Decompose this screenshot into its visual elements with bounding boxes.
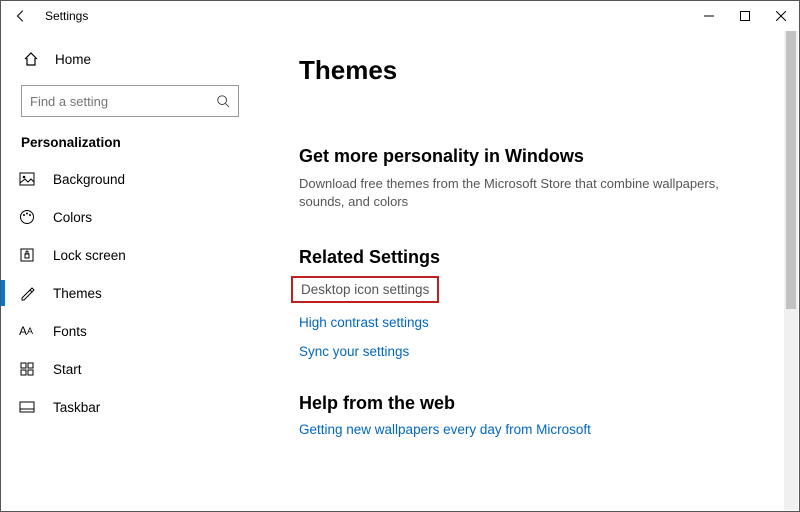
scrollbar-thumb[interactable] bbox=[786, 31, 796, 309]
sidebar-home-label: Home bbox=[47, 52, 91, 67]
page-title: Themes bbox=[299, 55, 771, 86]
help-heading: Help from the web bbox=[299, 393, 771, 414]
palette-icon bbox=[19, 209, 41, 225]
settings-window: Settings Home Personalization bbox=[0, 0, 800, 512]
window-body: Home Personalization Background bbox=[1, 31, 799, 511]
sidebar-item-themes[interactable]: Themes bbox=[1, 274, 253, 312]
search-icon bbox=[216, 94, 230, 108]
home-icon bbox=[23, 51, 47, 67]
close-button[interactable] bbox=[763, 1, 799, 31]
link-desktop-icon-settings[interactable]: Desktop icon settings bbox=[291, 276, 439, 303]
sidebar-item-colors[interactable]: Colors bbox=[1, 198, 253, 236]
more-heading: Get more personality in Windows bbox=[299, 146, 771, 167]
scrollbar[interactable] bbox=[784, 31, 798, 510]
link-getting-wallpapers[interactable]: Getting new wallpapers every day from Mi… bbox=[299, 422, 771, 437]
sidebar-item-start[interactable]: Start bbox=[1, 350, 253, 388]
lockscreen-icon bbox=[19, 247, 41, 263]
sidebar-item-label: Start bbox=[41, 362, 82, 377]
sidebar-item-label: Fonts bbox=[41, 324, 87, 339]
sidebar-item-taskbar[interactable]: Taskbar bbox=[1, 388, 253, 426]
maximize-button[interactable] bbox=[727, 1, 763, 31]
minimize-button[interactable] bbox=[691, 1, 727, 31]
related-heading: Related Settings bbox=[299, 247, 771, 268]
window-title: Settings bbox=[33, 9, 88, 23]
sidebar-item-label: Colors bbox=[41, 210, 92, 225]
picture-icon bbox=[19, 171, 41, 187]
sidebar-item-fonts[interactable]: AA Fonts bbox=[1, 312, 253, 350]
search-input[interactable] bbox=[30, 94, 216, 109]
titlebar: Settings bbox=[1, 1, 799, 31]
sidebar-item-label: Lock screen bbox=[41, 248, 126, 263]
more-desc: Download free themes from the Microsoft … bbox=[299, 175, 729, 211]
link-high-contrast-settings[interactable]: High contrast settings bbox=[299, 315, 771, 330]
sidebar-home[interactable]: Home bbox=[1, 41, 253, 77]
content-area: Themes Get more personality in Windows D… bbox=[253, 31, 799, 511]
sidebar-section-title: Personalization bbox=[21, 135, 253, 150]
sidebar-item-label: Background bbox=[41, 172, 125, 187]
start-icon bbox=[19, 361, 41, 377]
sidebar-item-lockscreen[interactable]: Lock screen bbox=[1, 236, 253, 274]
sidebar-item-label: Taskbar bbox=[41, 400, 100, 415]
sidebar-item-background[interactable]: Background bbox=[1, 160, 253, 198]
sidebar-nav: Background Colors Lock screen bbox=[1, 160, 253, 426]
window-controls bbox=[691, 1, 799, 31]
themes-icon bbox=[19, 285, 41, 301]
back-button[interactable] bbox=[9, 9, 33, 23]
taskbar-icon bbox=[19, 399, 41, 415]
search-input-container[interactable] bbox=[21, 85, 239, 117]
link-sync-your-settings[interactable]: Sync your settings bbox=[299, 344, 771, 359]
sidebar-item-label: Themes bbox=[41, 286, 102, 301]
fonts-icon: AA bbox=[19, 324, 41, 338]
sidebar: Home Personalization Background bbox=[1, 31, 253, 511]
